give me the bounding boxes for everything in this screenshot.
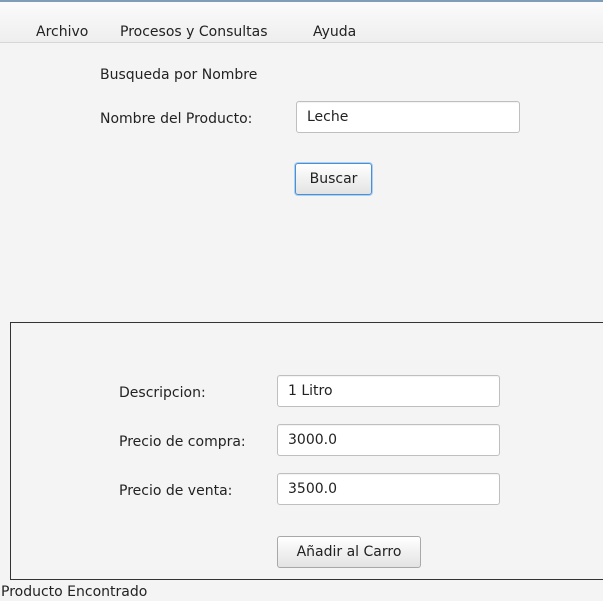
description-field[interactable]: 1 Litro [277, 375, 500, 407]
description-label: Descripcion: [119, 385, 206, 401]
product-name-input[interactable]: Leche [296, 101, 520, 133]
status-text: Producto Encontrado [1, 584, 148, 600]
menu-archivo[interactable]: Archivo [33, 23, 91, 41]
product-name-label: Nombre del Producto: [100, 111, 253, 127]
menu-ayuda[interactable]: Ayuda [310, 23, 359, 41]
search-button[interactable]: Buscar [295, 163, 372, 195]
add-to-cart-button[interactable]: Añadir al Carro [277, 536, 421, 568]
purchase-price-label: Precio de compra: [119, 434, 246, 450]
sale-price-label: Precio de venta: [119, 483, 233, 499]
menu-bar: Archivo Procesos y Consultas Ayuda [0, 2, 603, 43]
menu-procesos-y-consultas[interactable]: Procesos y Consultas [117, 23, 271, 41]
search-section-title: Busqueda por Nombre [100, 67, 258, 83]
sale-price-field[interactable]: 3500.0 [277, 473, 500, 505]
purchase-price-field[interactable]: 3000.0 [277, 424, 500, 456]
